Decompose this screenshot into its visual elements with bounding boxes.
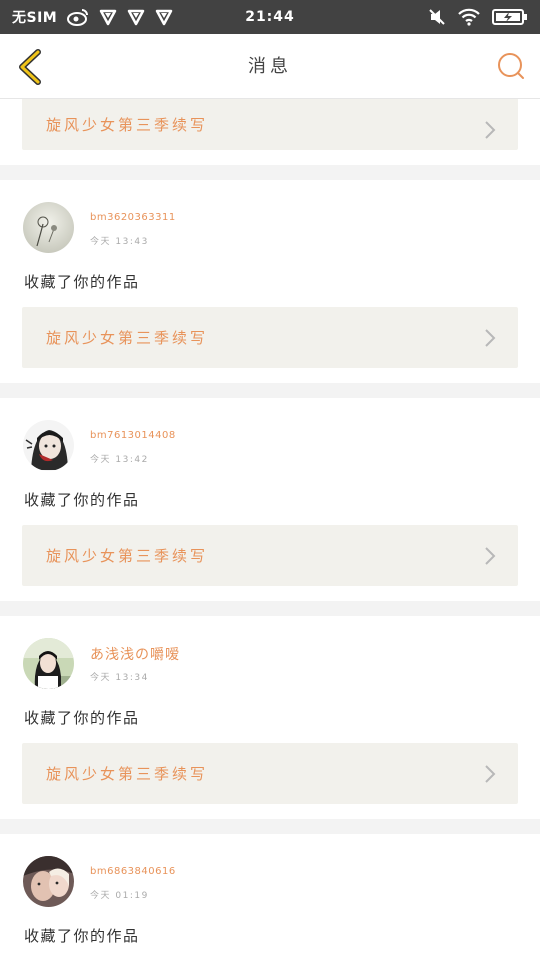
- username[interactable]: あ浅浅の嚼嗳: [90, 644, 180, 664]
- message-item: bm6863840616 今天 01:19 收藏了你的作品: [0, 834, 540, 960]
- divider: [0, 383, 540, 398]
- work-link[interactable]: 旋风少女第三季续写: [22, 525, 518, 586]
- avatar[interactable]: [23, 202, 74, 253]
- username[interactable]: bm7613014408: [90, 430, 176, 441]
- chevron-right-icon: [485, 765, 496, 783]
- status-bar: 无SIM 21:44: [0, 0, 540, 34]
- page-title: 消息: [248, 56, 292, 77]
- username[interactable]: bm6863840616: [90, 866, 176, 877]
- message-item: bm3620363311 今天 13:43 收藏了你的作品 旋风少女第三季续写: [0, 180, 540, 383]
- divider: [0, 601, 540, 616]
- username[interactable]: bm3620363311: [90, 212, 176, 223]
- timestamp: 今天 13:43: [90, 237, 149, 247]
- nav-bar: 消息: [0, 34, 540, 99]
- message-item: 旋风少女第三季续写: [0, 99, 540, 165]
- work-title: 旋风少女第三季续写: [46, 116, 209, 134]
- wifi-icon: [458, 8, 480, 26]
- avatar[interactable]: [23, 638, 74, 689]
- action-text: 收藏了你的作品: [24, 491, 140, 509]
- timestamp: 今天 13:34: [90, 673, 149, 683]
- work-link[interactable]: 旋风少女第三季续写: [22, 307, 518, 368]
- work-link[interactable]: 旋风少女第三季续写: [22, 743, 518, 804]
- work-title: 旋风少女第三季续写: [46, 547, 209, 565]
- action-text: 收藏了你的作品: [24, 709, 140, 727]
- divider: [0, 165, 540, 180]
- timestamp: 今天 13:42: [90, 455, 149, 465]
- work-title: 旋风少女第三季续写: [46, 329, 209, 347]
- action-text: 收藏了你的作品: [24, 927, 140, 945]
- message-feed[interactable]: 旋风少女第三季续写 bm3620363311 今天 13:43 收藏了你的作品: [0, 99, 540, 960]
- chevron-right-icon: [485, 329, 496, 347]
- avatar[interactable]: [23, 420, 74, 471]
- work-link[interactable]: 旋风少女第三季续写: [22, 99, 518, 150]
- message-item: あ浅浅の嚼嗳 今天 13:34 收藏了你的作品 旋风少女第三季续写: [0, 616, 540, 819]
- battery-icon: [492, 9, 528, 25]
- message-item: bm7613014408 今天 13:42 收藏了你的作品 旋风少女第三季续写: [0, 398, 540, 601]
- mute-icon: [428, 8, 446, 26]
- search-button[interactable]: [496, 51, 526, 81]
- search-icon: [498, 53, 524, 79]
- action-text: 收藏了你的作品: [24, 273, 140, 291]
- chevron-right-icon: [485, 547, 496, 565]
- timestamp: 今天 01:19: [90, 891, 149, 901]
- work-title: 旋风少女第三季续写: [46, 765, 209, 783]
- avatar[interactable]: [23, 856, 74, 907]
- divider: [0, 819, 540, 834]
- chevron-right-icon: [485, 121, 496, 139]
